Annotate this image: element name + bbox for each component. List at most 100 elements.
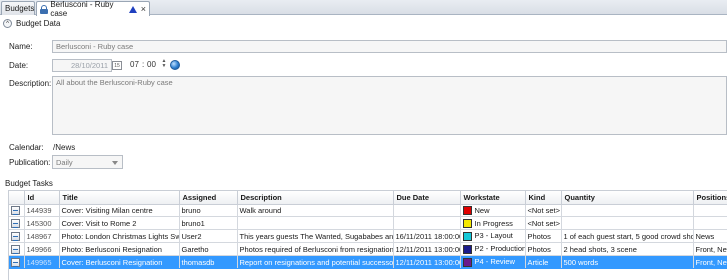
col-header-icon[interactable] [9, 191, 25, 205]
table-row[interactable]: 148967Photo: London Christmas Lights Swi… [9, 229, 727, 244]
table-row[interactable]: 149966 Photo: Berlusconi Resignation Garet… [9, 242, 727, 257]
tab-budget-case[interactable]: Berlusconi - Ruby case × [36, 0, 150, 18]
table-header-row: Id Title Assigned Description Due Date W… [9, 191, 727, 205]
cell-due-date: 16/11/2011 18:00:00 [393, 229, 461, 244]
cell-description [237, 216, 394, 231]
workstate-label: P2 - Production [474, 244, 525, 254]
workstate-color-icon [462, 206, 472, 216]
cell-positions: Front, News [693, 242, 727, 257]
col-header-assigned[interactable]: Assigned [179, 191, 238, 205]
chevron-down-icon [112, 161, 118, 165]
cell-positions: Front, News [693, 255, 727, 269]
tasks-table: Id Title Assigned Description Due Date W… [8, 190, 727, 280]
workstate-label: P3 - Layout [474, 231, 513, 241]
cell-due-date: 12/11/2011 13:00:00 [393, 242, 461, 257]
globe-icon[interactable] [170, 60, 180, 70]
calendar-value: /News [53, 143, 76, 152]
cell-quantity: 500 words [561, 255, 694, 269]
cell-id: 149966 [24, 242, 60, 257]
cell-description: Photos required of Berlusconi from resig… [237, 242, 394, 257]
date-label: Date: [9, 61, 29, 70]
workstate-label: In Progress [474, 218, 513, 228]
publication-label: Publication: [9, 158, 51, 167]
col-header-id[interactable]: Id [24, 191, 60, 205]
tab-budgets-label: Budgets [5, 4, 35, 13]
cell-quantity: 2 head shots, 3 scene [561, 242, 694, 257]
cell-description: Report on resignations and potential suc… [237, 255, 394, 269]
cell-kind: Photos [525, 242, 562, 257]
publication-value: Daily [56, 158, 73, 167]
col-header-positions[interactable]: Positions [693, 191, 727, 205]
calendar-icon[interactable]: 15 [112, 61, 122, 70]
cell-assigned: User2 [179, 229, 238, 244]
cell-kind: Photos [525, 229, 562, 244]
cell-title: Photo: London Christmas Lights Switch [59, 229, 180, 244]
cell-description: This years guests The Wanted, Sugababes … [237, 229, 394, 244]
publication-select[interactable]: Daily [52, 155, 123, 169]
workstate-color-icon [462, 219, 472, 229]
cell-quantity [561, 216, 694, 231]
cell-title: Photo: Berlusconi Resignation [59, 242, 180, 257]
cell-due-date: 12/11/2011 13:00:00 [393, 255, 461, 269]
triangle-icon [128, 5, 137, 13]
date-field[interactable]: 28/10/2011 [52, 59, 112, 72]
time-hours[interactable]: 07 [130, 60, 139, 69]
col-header-quantity[interactable]: Quantity [561, 191, 694, 205]
table-row[interactable]: 149965 Cover: Berlusconi Resignation thoma… [9, 255, 727, 269]
table-row[interactable]: 144939 Cover: Visiting Milan centre bruno W… [9, 204, 727, 218]
cell-workstate: P3 - Layout [460, 229, 526, 244]
task-icon [11, 244, 20, 254]
cell-kind: <Not set> [525, 204, 562, 218]
collapse-icon[interactable]: ^ [3, 19, 12, 28]
time-separator: : [142, 60, 145, 69]
section-title: Budget Data [16, 19, 61, 28]
cell-assigned: Garetho [179, 242, 238, 257]
cell-title: Cover: Berlusconi Resignation [59, 255, 180, 269]
cell-icon [9, 242, 25, 257]
col-header-description[interactable]: Description [237, 191, 394, 205]
workstate-color-icon [462, 257, 472, 267]
cell-kind: <Not set> [525, 216, 562, 231]
description-label: Description: [9, 79, 52, 88]
col-header-kind[interactable]: Kind [525, 191, 562, 205]
budget-data-header[interactable]: ^ Budget Data [3, 19, 60, 28]
task-icon [11, 206, 20, 216]
cell-quantity [561, 204, 694, 218]
time-minutes[interactable]: 00 [147, 60, 156, 69]
cell-id: 145300 [24, 216, 60, 231]
lock-icon [40, 4, 48, 14]
col-header-title[interactable]: Title [59, 191, 180, 205]
cell-icon [9, 229, 25, 244]
budget-tasks-label: Budget Tasks [5, 179, 53, 188]
tab-bar: Budgets Berlusconi - Ruby case × [0, 0, 727, 18]
cell-id: 144939 [24, 204, 60, 218]
cell-workstate: In Progress [460, 216, 526, 231]
cell-workstate: New [460, 204, 526, 218]
task-icon [11, 219, 20, 229]
workstate-color-icon [462, 244, 472, 254]
col-header-due-date[interactable]: Due Date [393, 191, 461, 205]
tab-budgets[interactable]: Budgets [1, 1, 35, 15]
col-header-workstate[interactable]: Workstate [460, 191, 526, 205]
workstate-label: P4 - Review [474, 257, 515, 267]
cell-positions [693, 204, 727, 218]
workstate-label: New [474, 205, 490, 215]
cell-description: Walk around [237, 204, 394, 218]
name-label: Name: [9, 42, 33, 51]
cell-positions [693, 216, 727, 231]
time-spinner-icon[interactable]: ▲ ▼ [161, 59, 167, 71]
task-icon [11, 231, 20, 241]
task-icon [11, 257, 20, 267]
cell-icon [9, 204, 25, 218]
cell-assigned: bruno1 [179, 216, 238, 231]
cell-quantity: 1 of each guest start, 5 good crowd shot… [561, 229, 694, 244]
workstate-color-icon [462, 231, 472, 241]
table-row[interactable]: 145300 Cover: Visit to Rome 2 bruno1 In Pro… [9, 216, 727, 231]
close-icon[interactable]: × [141, 4, 146, 14]
description-field[interactable]: All about the Berlusconi-Ruby case [52, 76, 727, 135]
cell-assigned: bruno [179, 204, 238, 218]
cell-due-date [393, 216, 461, 231]
name-field[interactable]: Berlusconi - Ruby case [52, 40, 727, 53]
calendar-label: Calendar: [9, 143, 44, 152]
cell-id: 148967 [24, 229, 60, 244]
